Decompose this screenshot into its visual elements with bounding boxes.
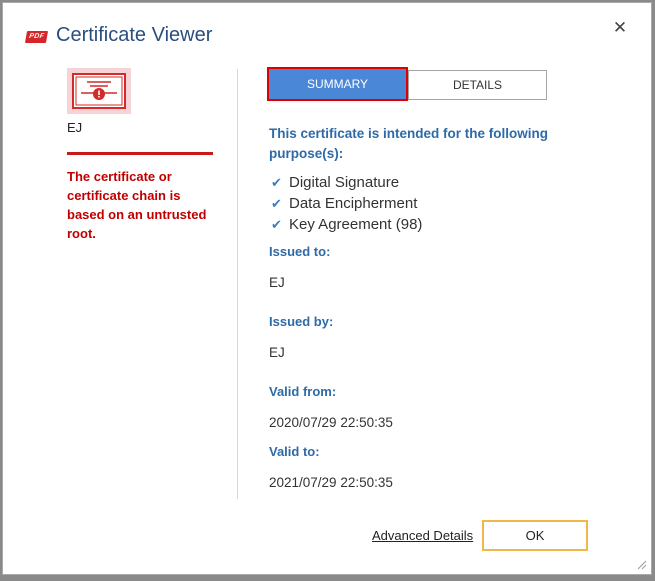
issued-to-value: EJ	[269, 275, 285, 290]
purpose-label: Digital Signature	[289, 174, 400, 191]
valid-to-value: 2021/07/29 22:50:35	[269, 475, 393, 490]
advanced-details-link[interactable]: Advanced Details	[372, 528, 473, 543]
valid-to-label: Valid to:	[269, 444, 320, 459]
purpose-list: ✔ Digital Signature ✔ Data Encipherment ✔ K…	[271, 172, 422, 235]
certificate-icon	[67, 68, 131, 114]
checkmark-icon: ✔	[271, 217, 282, 232]
certificate-viewer-dialog: PDF Certificate Viewer ✕ EJ The certific…	[2, 2, 652, 575]
panel-divider	[237, 69, 238, 499]
certificate-name: EJ	[67, 120, 83, 135]
purpose-label: Key Agreement (98)	[289, 216, 423, 233]
window-title: Certificate Viewer	[56, 24, 213, 46]
pdf-logo-icon: PDF	[24, 31, 49, 43]
close-icon[interactable]: ✕	[608, 16, 632, 40]
pdf-logo-text: PDF	[28, 33, 45, 40]
valid-from-label: Valid from:	[269, 384, 337, 399]
resize-grip-icon[interactable]	[635, 558, 647, 570]
checkmark-icon: ✔	[271, 196, 282, 211]
checkmark-icon: ✔	[271, 175, 282, 190]
list-item: ✔ Key Agreement (98)	[271, 214, 422, 235]
list-item: ✔ Digital Signature	[271, 172, 422, 193]
purpose-label: Data Encipherment	[289, 195, 418, 212]
untrusted-root-warning: The certificate or certificate chain is …	[67, 169, 207, 241]
valid-from-value: 2020/07/29 22:50:35	[269, 415, 393, 430]
list-item: ✔ Data Encipherment	[271, 193, 422, 214]
issued-by-value: EJ	[269, 345, 285, 360]
warning-divider	[67, 152, 213, 155]
tab-bar: SUMMARY DETAILS	[267, 67, 548, 101]
tab-summary[interactable]: SUMMARY	[267, 67, 408, 101]
tab-details[interactable]: DETAILS	[408, 70, 547, 100]
issued-by-label: Issued by:	[269, 314, 334, 329]
purpose-heading: This certificate is intended for the fol…	[269, 126, 549, 161]
ok-button[interactable]: OK	[482, 520, 588, 551]
issued-to-label: Issued to:	[269, 244, 331, 259]
